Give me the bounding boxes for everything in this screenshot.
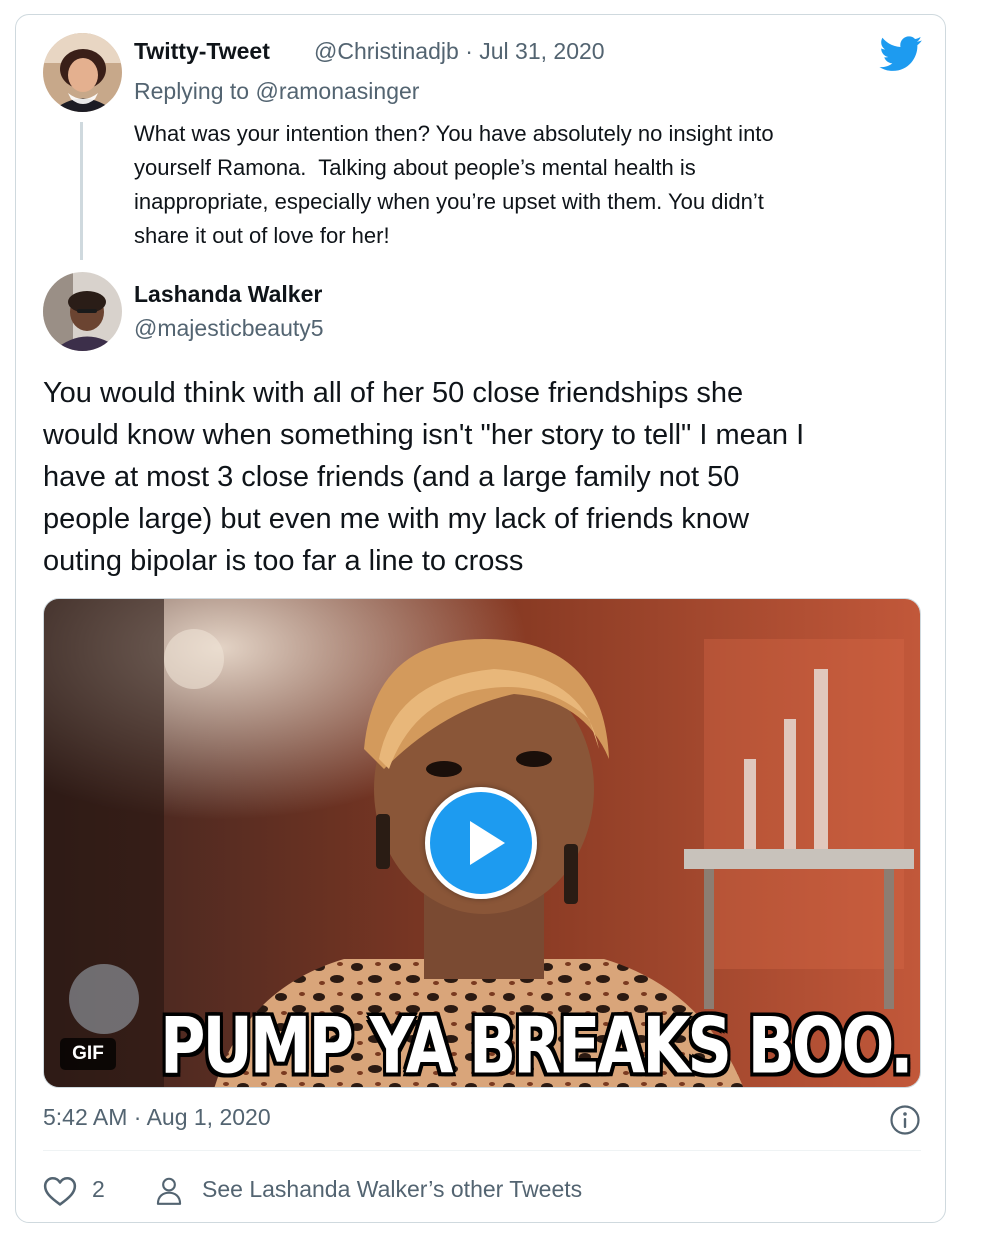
main-tweet-timestamp[interactable]: 5:42 AM · Aug 1, 2020 bbox=[43, 1104, 271, 1131]
like-button[interactable]: 2 bbox=[43, 1174, 113, 1208]
gif-caption-text: PUMP YA BREAKS BOO. bbox=[160, 1000, 914, 1092]
reply-tweet-date[interactable]: Jul 31, 2020 bbox=[479, 38, 604, 64]
replying-to-handle[interactable]: @ramonasinger bbox=[255, 78, 419, 104]
replying-to-prefix: Replying to bbox=[134, 78, 250, 104]
main-text-line: people large) but even me with my lack o… bbox=[43, 503, 750, 535]
reply-author-name[interactable]: Twitty-Tweet bbox=[134, 38, 270, 65]
main-author-handle[interactable]: @majesticbeauty5 bbox=[134, 315, 324, 342]
reply-author-handle[interactable]: @Christinadjb bbox=[314, 38, 459, 64]
heart-icon bbox=[43, 1176, 77, 1206]
main-author-avatar[interactable] bbox=[43, 272, 122, 351]
twitter-bird-icon[interactable] bbox=[879, 36, 923, 72]
reply-author-avatar[interactable] bbox=[43, 33, 122, 112]
main-text-line: You would think with all of her 50 close… bbox=[43, 377, 744, 409]
replying-to-line: Replying to @ramonasinger bbox=[134, 78, 419, 105]
thread-connector-line bbox=[80, 122, 83, 260]
person-icon bbox=[156, 1177, 182, 1205]
main-text-line: would know when something isn't "her sto… bbox=[43, 419, 805, 451]
main-text-line: have at most 3 close friends (and a larg… bbox=[43, 461, 740, 493]
see-other-tweets-label: See Lashanda Walker’s other Tweets bbox=[202, 1176, 583, 1202]
footer-divider bbox=[43, 1150, 921, 1151]
info-icon[interactable] bbox=[889, 1104, 921, 1136]
main-text-line: outing bipolar is too far a line to cros… bbox=[43, 545, 524, 577]
timestamp-separator: · bbox=[133, 1104, 142, 1130]
main-author-name[interactable]: Lashanda Walker bbox=[134, 281, 322, 308]
tweet-date: Aug 1, 2020 bbox=[146, 1104, 271, 1130]
gif-badge: GIF bbox=[60, 1038, 116, 1070]
see-other-tweets-link[interactable]: See Lashanda Walker’s other Tweets bbox=[155, 1174, 655, 1208]
reply-text-line: inappropriate, especially when you’re up… bbox=[134, 189, 764, 214]
reply-text-line: yourself Ramona. Talking about people’s … bbox=[134, 155, 696, 180]
reply-text-line: What was your intention then? You have a… bbox=[134, 121, 774, 146]
tweet-time: 5:42 AM bbox=[43, 1104, 128, 1130]
like-count: 2 bbox=[92, 1176, 105, 1202]
meta-separator: · bbox=[465, 38, 473, 64]
reply-text-line: share it out of love for her! bbox=[134, 223, 390, 248]
reply-tweet-text: What was your intention then? You have a… bbox=[134, 117, 924, 253]
reply-author-meta: @Christinadjb · Jul 31, 2020 bbox=[314, 38, 605, 65]
main-tweet-text: You would think with all of her 50 close… bbox=[43, 372, 923, 582]
play-button[interactable] bbox=[425, 787, 537, 899]
play-icon bbox=[470, 821, 505, 865]
